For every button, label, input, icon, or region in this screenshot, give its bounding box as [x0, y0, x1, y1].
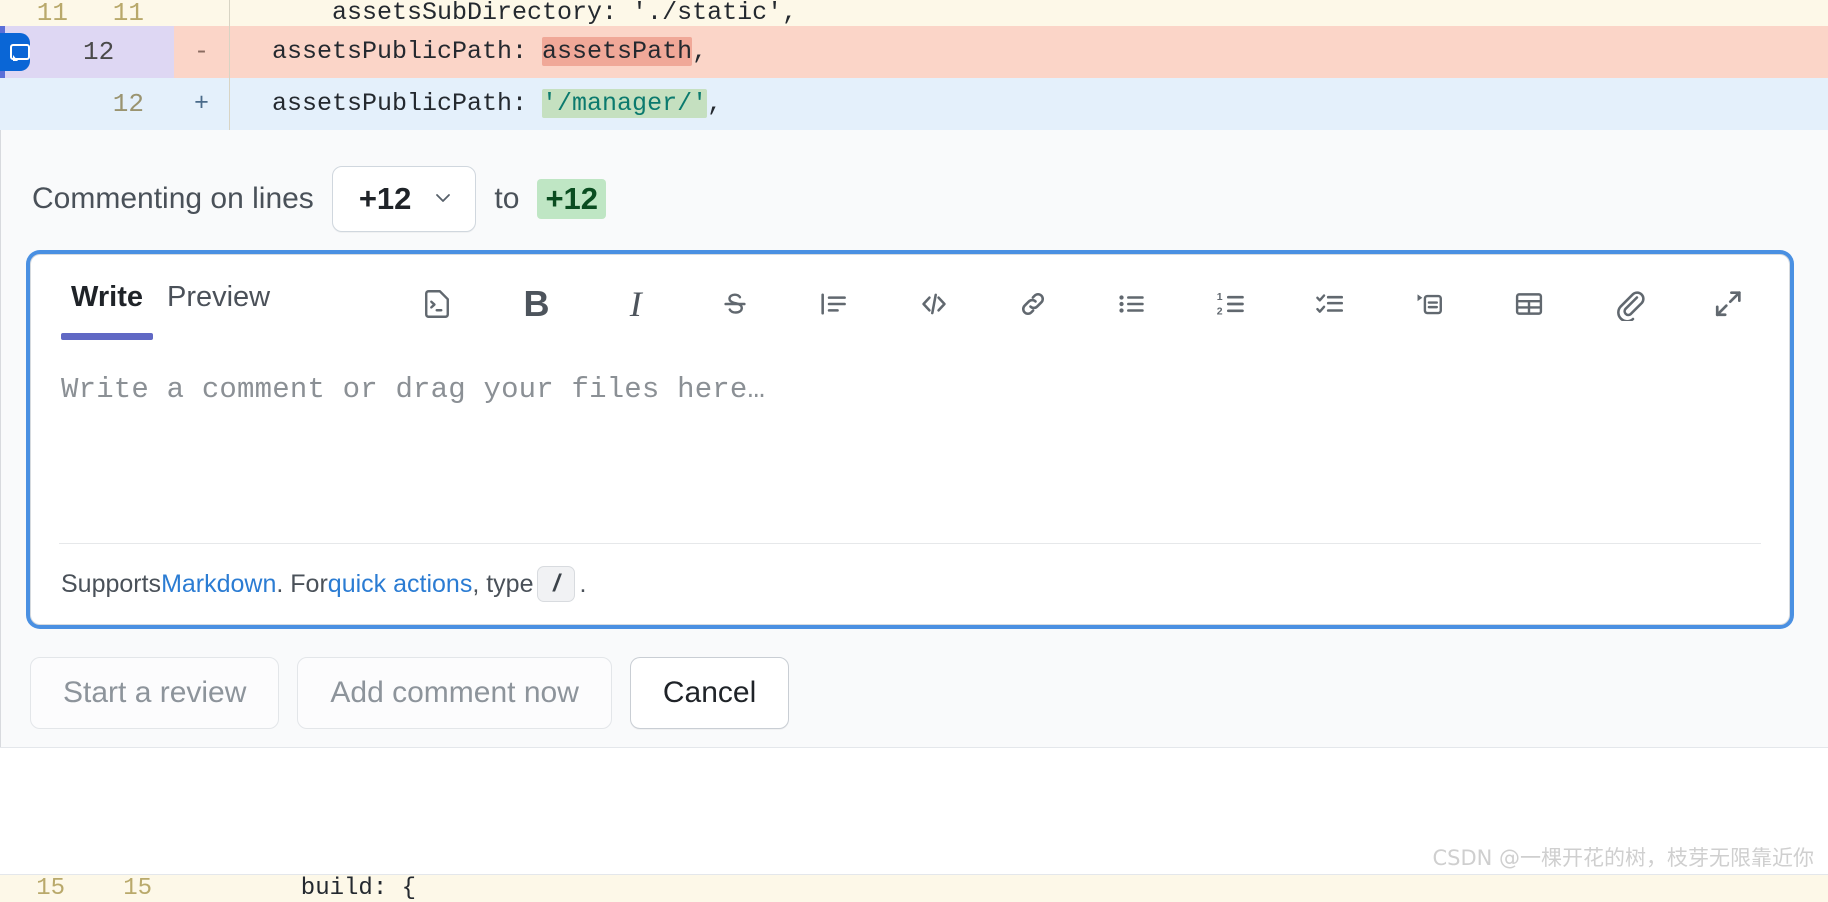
- code-icon[interactable]: [907, 277, 961, 331]
- footer-type-text: , type: [472, 569, 534, 598]
- line-num-old: 11: [36, 0, 68, 26]
- code-added-token: '/manager/': [542, 89, 708, 118]
- diff-row-added[interactable]: 12 + assetsPublicPath: '/manager/',: [0, 78, 1828, 130]
- code-prefix: assetsPublicPath:: [272, 89, 543, 118]
- table-icon[interactable]: [1502, 277, 1556, 331]
- copilot-suggest-icon[interactable]: [410, 277, 464, 331]
- code-text: build: {: [272, 875, 417, 902]
- code-prefix: assetsPublicPath:: [272, 37, 543, 66]
- code-suffix: ,: [707, 89, 723, 118]
- diff-row[interactable]: 11 11 assetsSubDirectory: './static',: [0, 0, 1828, 26]
- diff-row-deleted[interactable]: 12 - assetsPublicPath: assetsPath,: [0, 26, 1828, 78]
- code-text: assetsSubDirectory: './static',: [272, 0, 798, 26]
- italic-glyph: I: [629, 284, 642, 324]
- ordered-list-icon[interactable]: 1 2: [1205, 277, 1259, 331]
- diff-marker: [174, 0, 230, 26]
- start-a-review-button[interactable]: Start a review: [30, 657, 280, 729]
- watermark: CSDN @一棵开花的树，枝芽无限靠近你: [1432, 846, 1814, 870]
- markdown-link[interactable]: Markdown: [161, 570, 276, 599]
- fullscreen-icon[interactable]: [1701, 277, 1755, 331]
- line-num-new: 11: [112, 0, 144, 26]
- line-num-old: 15: [36, 875, 65, 902]
- svg-text:2: 2: [1216, 306, 1222, 317]
- saved-reply-icon[interactable]: [1403, 277, 1457, 331]
- inline-comment-form: Commenting on lines +12 to +12 Write Pre…: [0, 130, 1828, 748]
- end-line-badge: +12: [537, 179, 607, 219]
- start-line-value: +12: [358, 181, 412, 216]
- to-label: to: [494, 182, 520, 215]
- add-comment-icon[interactable]: [0, 33, 30, 71]
- footer-mid-text: . For: [276, 569, 328, 598]
- chevron-down-icon: [431, 188, 455, 210]
- tab-preview[interactable]: Preview: [155, 277, 282, 340]
- tab-preview-label: Preview: [166, 281, 271, 313]
- markdown-toolbar: B I 1 2: [410, 277, 1761, 331]
- diff-line-number-new: 12: [0, 78, 174, 130]
- line-num-new: 12: [112, 89, 144, 119]
- attach-files-icon[interactable]: [1602, 277, 1656, 331]
- slash-key-hint: /: [537, 566, 576, 602]
- commenting-on-label: Commenting on lines: [32, 182, 314, 215]
- task-list-icon[interactable]: [1304, 277, 1358, 331]
- editor-tabs: Write Preview: [59, 277, 282, 340]
- italic-icon[interactable]: I: [609, 277, 663, 331]
- tab-write-label: Write: [71, 281, 143, 313]
- commenting-on-lines-row: Commenting on lines +12 to +12: [0, 130, 1828, 254]
- link-icon[interactable]: [1006, 277, 1060, 331]
- code-removed-token: assetsPath: [542, 37, 693, 66]
- cancel-button[interactable]: Cancel: [629, 657, 790, 729]
- supports-label: Supports: [61, 569, 162, 598]
- diff-marker-plus: +: [174, 78, 230, 130]
- comment-placeholder: Write a comment or drag your files here…: [61, 373, 766, 406]
- line-num-old: 12: [83, 37, 115, 67]
- diff-code-line: assetsPublicPath: '/manager/',: [230, 78, 1828, 130]
- bold-icon[interactable]: B: [509, 277, 563, 331]
- form-actions: Start a review Add comment now Cancel: [0, 625, 1828, 729]
- diff-line-number-old: 11 11: [0, 0, 174, 26]
- bold-glyph: B: [523, 283, 550, 324]
- unordered-list-icon[interactable]: [1105, 277, 1159, 331]
- add-comment-now-button[interactable]: Add comment now: [297, 657, 612, 729]
- diff-code-line: assetsPublicPath: assetsPath,: [230, 26, 1828, 78]
- strikethrough-icon[interactable]: [708, 277, 762, 331]
- start-line-select[interactable]: +12: [331, 166, 477, 232]
- footer-period: .: [579, 569, 587, 598]
- comment-editor: Write Preview B I 1 2 Write a comment or…: [30, 254, 1790, 625]
- comment-textarea[interactable]: Write a comment or drag your files here…: [31, 347, 1789, 543]
- diff-viewer: 11 11 assetsSubDirectory: './static', 12…: [0, 0, 1828, 130]
- diff-row-bottom[interactable]: 15 15 build: {: [0, 874, 1828, 902]
- svg-text:1: 1: [1216, 292, 1222, 303]
- form-left-border: [0, 130, 1, 747]
- tab-write[interactable]: Write: [59, 277, 155, 340]
- blockquote-icon[interactable]: [807, 277, 861, 331]
- line-num-new: 15: [123, 875, 152, 902]
- editor-footer: Supports Markdown . For quick actions , …: [31, 544, 1789, 624]
- diff-code-line: assetsSubDirectory: './static',: [230, 0, 1828, 26]
- diff-marker-minus: -: [174, 26, 230, 78]
- quick-actions-link[interactable]: quick actions: [328, 570, 473, 599]
- code-suffix: ,: [692, 37, 708, 66]
- editor-header: Write Preview B I 1 2: [31, 255, 1789, 347]
